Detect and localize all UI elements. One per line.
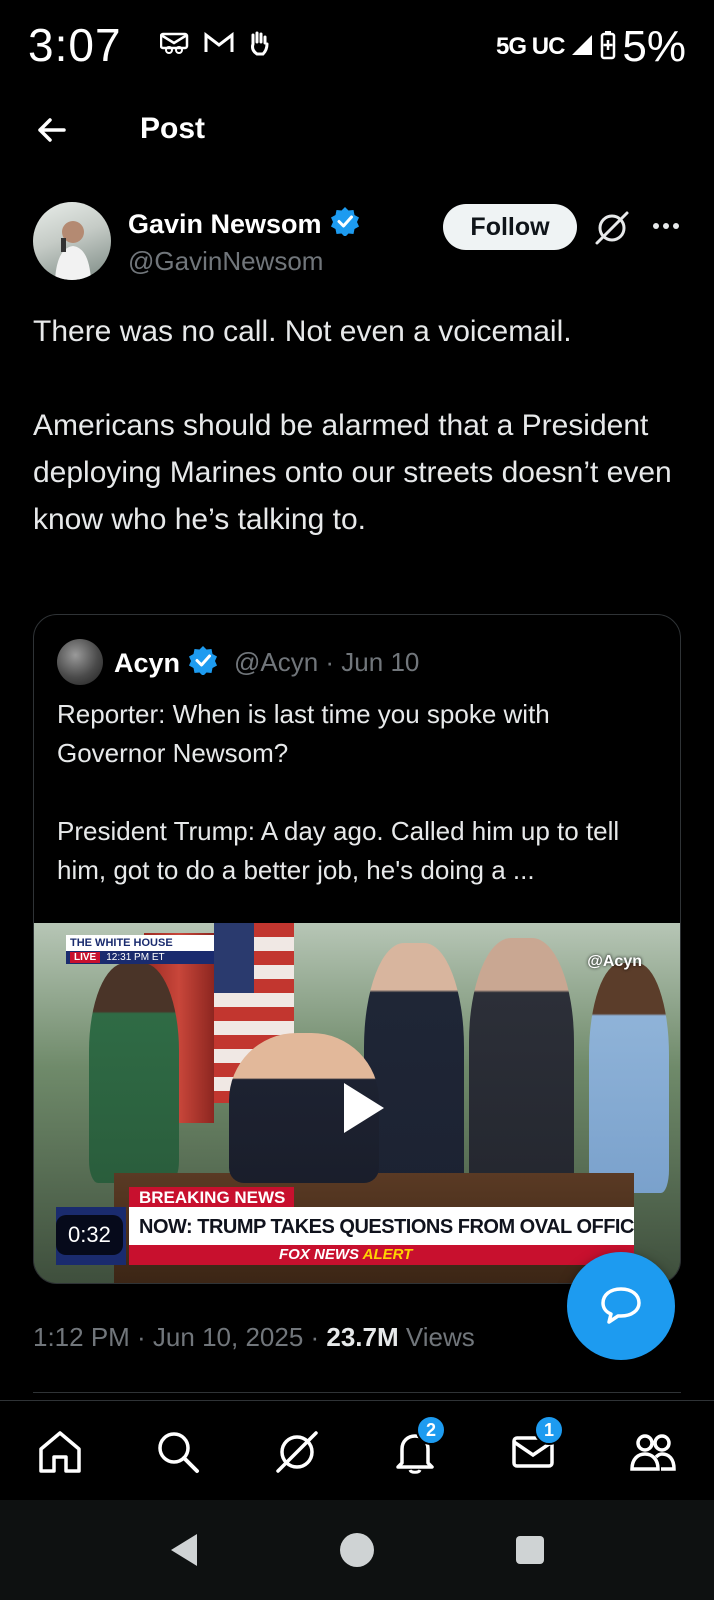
chat-bubble-icon — [601, 1287, 641, 1324]
bottom-navigation: 2 1 — [0, 1400, 714, 1500]
system-navigation-bar — [0, 1500, 714, 1600]
system-back-button[interactable] — [165, 1530, 205, 1570]
more-dot-icon — [663, 223, 669, 229]
status-time: 3:07 — [28, 19, 122, 71]
post-text-line: There was no call. Not even a voicemail. — [33, 315, 572, 348]
quote-author-name-row: Acyn — [114, 645, 218, 682]
views-label: Views — [398, 1322, 475, 1352]
nav-notifications[interactable]: 2 — [390, 1415, 446, 1477]
divider — [33, 1392, 681, 1393]
home-icon — [39, 1431, 81, 1473]
notification-icons — [159, 30, 270, 61]
signal-icon — [570, 33, 594, 62]
network-label: 5G UC — [496, 33, 565, 60]
battery-percent: 5% — [622, 22, 686, 71]
views-count[interactable]: 23.7M — [326, 1322, 398, 1352]
circle-home-icon — [340, 1533, 374, 1567]
system-recents-button[interactable] — [510, 1530, 550, 1570]
video-alert-fox: FOX NEWS — [279, 1246, 360, 1263]
square-recents-icon — [516, 1536, 544, 1564]
search-icon — [158, 1432, 199, 1473]
video-watermark: @Acyn — [587, 953, 642, 970]
quote-handle-date: @Acyn · Jun 10 — [234, 647, 420, 677]
quote-body: Reporter: When is last time you spoke wi… — [57, 695, 657, 890]
reply-fab[interactable] — [567, 1252, 675, 1360]
notifications-badge: 2 — [416, 1415, 446, 1445]
back-button[interactable] — [32, 110, 72, 150]
quote-author-avatar — [57, 639, 103, 685]
nav-grok[interactable] — [272, 1427, 322, 1477]
verified-badge-icon — [188, 645, 218, 682]
messages-badge: 1 — [534, 1415, 564, 1445]
video-player[interactable]: THE WHITE HOUSE LIVE 12:31 PM ET @Acyn B… — [34, 923, 680, 1283]
triangle-back-icon — [171, 1534, 197, 1566]
author-name[interactable]: Gavin Newsom — [128, 209, 322, 240]
nav-messages[interactable]: 1 — [508, 1415, 564, 1477]
arrow-left-icon — [38, 118, 66, 142]
post-meta: 1:12 PM · Jun 10, 2025 · 23.7M Views — [33, 1322, 475, 1353]
author-avatar[interactable] — [33, 202, 111, 280]
verified-badge-icon — [330, 206, 360, 243]
grok-icon — [276, 1431, 318, 1473]
battery-icon — [600, 30, 616, 65]
follow-button[interactable]: Follow — [443, 204, 577, 250]
more-options-button[interactable] — [648, 208, 684, 244]
video-duration: 0:32 — [56, 1215, 123, 1255]
video-person — [469, 938, 574, 1198]
video-person — [589, 963, 669, 1193]
quote-text-line: President Trump: A day ago. Called him u… — [57, 816, 620, 885]
author-name-row[interactable]: Gavin Newsom — [128, 206, 360, 243]
video-alert-bar: FOX NEWS ALERT — [129, 1245, 634, 1265]
quoted-post-card[interactable]: Acyn @Acyn · Jun 10 Reporter: When is la… — [33, 614, 681, 1284]
gmail-icon — [204, 31, 234, 59]
video-alert-word: ALERT — [362, 1246, 413, 1263]
video-flag-canton — [214, 923, 254, 993]
nav-home[interactable] — [35, 1427, 85, 1477]
grok-button[interactable] — [592, 208, 632, 248]
nav-search[interactable] — [153, 1427, 203, 1477]
page-title: Post — [140, 112, 206, 145]
play-icon — [344, 1083, 384, 1133]
post-body: There was no call. Not even a voicemail.… — [33, 308, 683, 543]
top-app-bar: Post — [0, 100, 714, 160]
video-live-time: 12:31 PM ET — [106, 952, 165, 963]
status-right: 5G UC 5% — [496, 22, 686, 72]
grok-icon — [595, 211, 629, 245]
post-timestamp: 1:12 PM · Jun 10, 2025 · — [33, 1322, 327, 1352]
post-text-line: Americans should be alarmed that a Presi… — [33, 409, 681, 536]
nav-communities[interactable] — [628, 1427, 678, 1477]
avatar-photo — [55, 221, 91, 280]
hand-icon — [248, 30, 270, 61]
video-live-row: LIVE 12:31 PM ET — [66, 951, 214, 964]
video-white-house-bug: THE WHITE HOUSE LIVE 12:31 PM ET — [66, 935, 214, 969]
communities-icon — [630, 1434, 676, 1471]
video-breaking-news: BREAKING NEWS — [129, 1187, 294, 1209]
status-bar: 3:07 5G UC 5% — [0, 0, 714, 95]
author-handle[interactable]: @GavinNewsom — [128, 246, 323, 277]
more-dot-icon — [673, 223, 679, 229]
voicemail-icon — [159, 32, 190, 59]
video-person — [89, 963, 179, 1183]
video-wh-title: THE WHITE HOUSE — [66, 935, 214, 951]
video-live-tag: LIVE — [70, 952, 101, 963]
system-home-button[interactable] — [337, 1530, 377, 1570]
play-button[interactable] — [322, 1071, 396, 1145]
quote-author-name: Acyn — [114, 648, 181, 678]
quote-text-line: Reporter: When is last time you spoke wi… — [57, 699, 550, 768]
video-headline: NOW: TRUMP TAKES QUESTIONS FROM OVAL OFF… — [129, 1207, 634, 1247]
more-dot-icon — [653, 223, 659, 229]
